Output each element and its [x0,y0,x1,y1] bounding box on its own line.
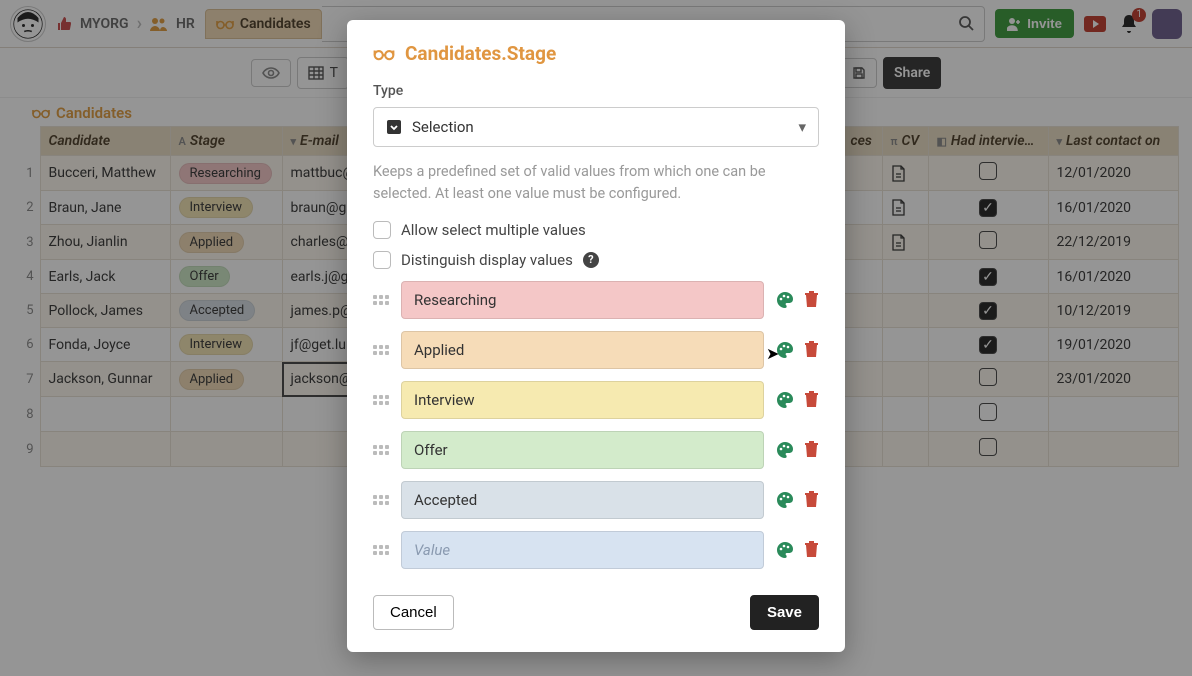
cancel-button[interactable]: Cancel [373,595,454,630]
option-distinguish[interactable]: Distinguish display values ? [373,251,819,269]
save-button[interactable]: Save [750,595,819,630]
trash-icon[interactable] [804,341,819,358]
option-multiple-label: Allow select multiple values [401,221,586,239]
drag-handle-icon[interactable] [373,545,389,555]
trash-icon[interactable] [804,491,819,508]
type-label: Type [373,83,819,99]
value-input[interactable]: Offer [401,431,764,469]
modal-overlay[interactable]: Candidates.Stage Type Selection ▾ Keeps … [0,0,1192,676]
drag-handle-icon[interactable] [373,295,389,305]
value-input[interactable]: Researching [401,281,764,319]
value-input[interactable]: Accepted [401,481,764,519]
value-input[interactable]: Applied [401,331,764,369]
field-config-modal: Candidates.Stage Type Selection ▾ Keeps … [347,20,845,652]
type-select[interactable]: Selection ▾ [373,107,819,147]
drag-handle-icon[interactable] [373,445,389,455]
help-icon[interactable]: ? [583,252,599,268]
option-multiple[interactable]: Allow select multiple values [373,221,819,239]
modal-title-row: Candidates.Stage [373,42,819,65]
type-value: Selection [412,118,474,136]
drag-handle-icon[interactable] [373,345,389,355]
checkbox-distinguish[interactable] [373,251,391,269]
value-input-new[interactable]: Value [401,531,764,569]
value-row: Offer [373,431,819,469]
option-distinguish-label: Distinguish display values [401,251,573,269]
palette-icon[interactable] [776,391,794,409]
drag-handle-icon[interactable] [373,495,389,505]
modal-title: Candidates.Stage [405,42,556,65]
value-input[interactable]: Interview [401,381,764,419]
checkbox-multiple[interactable] [373,221,391,239]
trash-icon[interactable] [804,291,819,308]
drag-handle-icon[interactable] [373,395,389,405]
type-help-text: Keeps a predefined set of valid values f… [373,161,819,205]
trash-icon[interactable] [804,391,819,408]
palette-icon[interactable] [776,491,794,509]
palette-icon[interactable] [776,441,794,459]
value-row: Researching [373,281,819,319]
value-list: Researching Applied➤ Interview Offer Accepte… [373,281,819,569]
value-row: Accepted [373,481,819,519]
value-row-new: Value [373,531,819,569]
glasses-icon [373,47,395,61]
palette-icon[interactable] [776,541,794,559]
palette-icon[interactable] [776,291,794,309]
value-row: Applied➤ [373,331,819,369]
modal-footer: Cancel Save [373,595,819,630]
palette-icon[interactable] [776,341,794,359]
value-row: Interview [373,381,819,419]
trash-icon[interactable] [804,441,819,458]
select-type-icon [386,119,402,135]
caret-down-icon: ▾ [798,118,806,136]
trash-icon[interactable] [804,541,819,558]
